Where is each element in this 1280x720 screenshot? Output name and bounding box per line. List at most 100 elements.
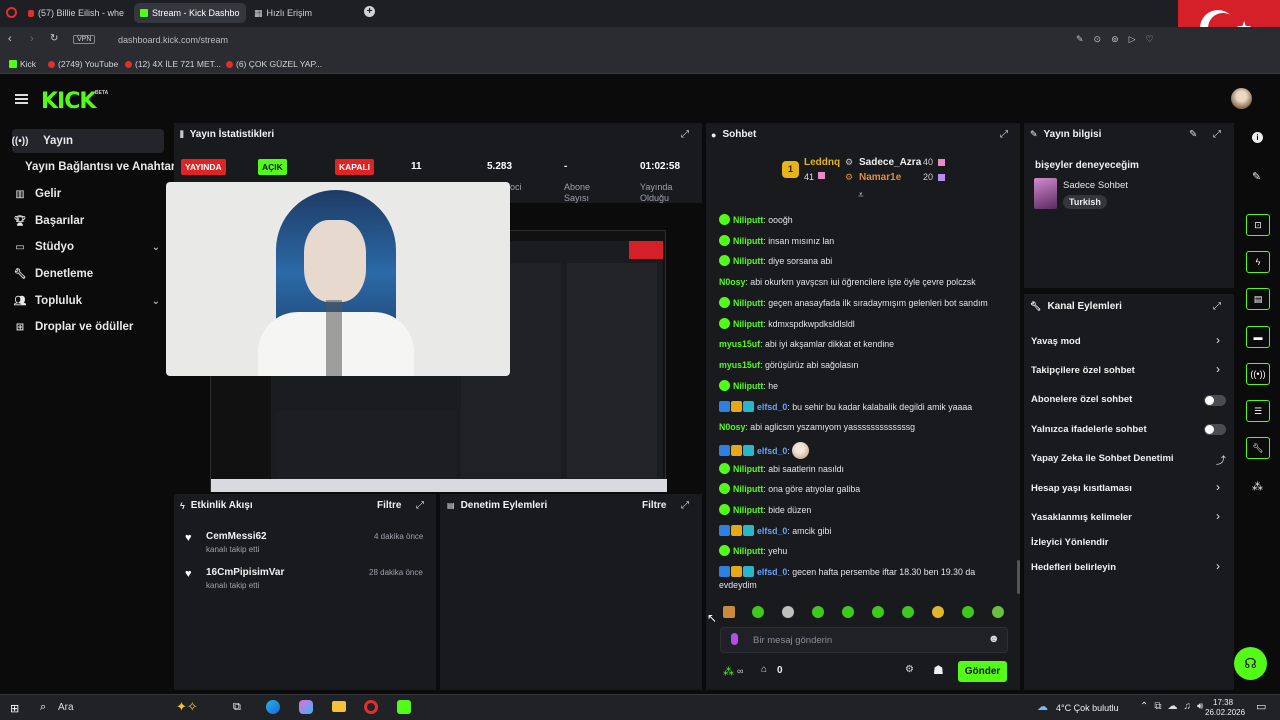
tab-kick-dashboard[interactable]: Stream - Kick Dashbo	[134, 3, 246, 23]
sidebar-item-stream[interactable]: ((•)) Yayın	[12, 129, 164, 153]
sidebar-item-moderation[interactable]: 🔧︎ Denetleme	[12, 262, 164, 286]
emote-2[interactable]	[752, 606, 764, 618]
chat-message[interactable]: myus15uf: abi iyi akşamlar dikkat et ken…	[719, 338, 1009, 351]
rail-button-broadcast[interactable]: ((•))	[1246, 363, 1270, 385]
account-age-item[interactable]: Hesap yaşı kısıtlaması	[1031, 483, 1132, 494]
kick-taskbar-icon[interactable]	[397, 700, 411, 714]
info-icon[interactable]: i	[1252, 132, 1263, 143]
emoji-icon[interactable]: ☻	[988, 633, 1000, 645]
chevron-right-icon[interactable]: ›	[1216, 509, 1220, 523]
sidebar-item-revenue[interactable]: ▥ Gelir	[12, 182, 164, 206]
chat-message[interactable]: elfsd_0:	[719, 442, 1009, 459]
rail-button-focus[interactable]: ⊡	[1246, 214, 1270, 236]
address-tools-icons[interactable]: ✎⊙⊚▷♡	[1076, 34, 1164, 45]
chevron-right-icon[interactable]: ›	[1216, 333, 1220, 347]
url-field[interactable]: dashboard.kick.com/stream	[118, 35, 228, 45]
chat-message[interactable]: Niliputt: yehu	[719, 545, 1009, 558]
bookmark-video-1[interactable]: (12) 4X İLE 721 MET...	[125, 59, 221, 69]
copilot-icon[interactable]	[299, 700, 313, 714]
tab-youtube[interactable]: (57) Billie Eilish - whe	[22, 3, 130, 23]
chat-input-box[interactable]: Bir mesaj gönderin ☻	[720, 627, 1008, 653]
expand-icon[interactable]: ⤢	[681, 500, 689, 511]
edit-icon[interactable]: ✎	[1189, 129, 1197, 140]
chevron-right-icon[interactable]: ›	[1216, 362, 1220, 376]
emote-6[interactable]	[872, 606, 884, 618]
category-name[interactable]: Sadece Sohbet	[1063, 180, 1128, 191]
chevron-right-icon[interactable]: ›	[1216, 559, 1220, 573]
bookmark-youtube[interactable]: (2749) YouTube	[48, 59, 118, 69]
sidebar-item-stream-key[interactable]: Yayın Bağlantısı ve Anahtarı	[12, 155, 179, 179]
banned-words-item[interactable]: Yasaklanmış kelimeler	[1031, 512, 1132, 523]
edge-icon[interactable]	[266, 700, 280, 714]
chat-message[interactable]: N0osy: abi okurkrn yavşcsn iui öğrencile…	[719, 276, 1009, 289]
chat-message[interactable]: Niliputt: oooğh	[719, 214, 1009, 227]
emote-4[interactable]	[812, 606, 824, 618]
chat-message[interactable]: elfsd_0: amcik gibi	[719, 525, 1009, 538]
reload-icon[interactable]: ↻	[50, 33, 58, 44]
chat-message[interactable]: Niliputt: diye sorsana abi	[719, 255, 1009, 268]
bookmark-video-2[interactable]: (6) ÇOK GÜZEL YAP...	[226, 59, 322, 69]
kick-logo[interactable]: KICK	[41, 89, 96, 114]
taskbar-search[interactable]: Ara	[58, 702, 74, 713]
leader-name[interactable]: Sadece_Azra	[859, 157, 921, 168]
pencil-icon[interactable]: ✎	[1252, 170, 1261, 183]
expand-icon[interactable]: ⤢	[1213, 129, 1221, 140]
avatar[interactable]	[1231, 88, 1252, 109]
opera-taskbar-icon[interactable]	[364, 700, 378, 714]
emote-10[interactable]	[992, 606, 1004, 618]
activity-filter-button[interactable]: Filtre	[377, 500, 401, 511]
sidebar-item-studio[interactable]: ▭ Stüdyo ⌄	[12, 235, 164, 259]
chat-message[interactable]: N0osy: abi aglicsm yszamıyom yasssssssss…	[719, 421, 1009, 434]
raid-item[interactable]: İzleyici Yönlendir	[1031, 537, 1108, 548]
expand-icon[interactable]: ⤢	[1000, 129, 1008, 140]
expand-icon[interactable]: ⤢	[681, 129, 689, 140]
share-icon[interactable]: ⁂	[1252, 480, 1263, 493]
back-icon[interactable]: ‹	[8, 33, 12, 45]
rail-button-chat[interactable]: ▬	[1246, 326, 1270, 348]
bot-icon[interactable]: ☗	[933, 663, 944, 677]
expand-icon[interactable]: ⤢	[1213, 301, 1221, 312]
external-link-icon[interactable]: ⤴	[1216, 452, 1226, 467]
sidebar-item-achievements[interactable]: 🏆︎ Başarılar	[12, 209, 164, 233]
tray-icons[interactable]: ⌃⧉☁♫🔊︎	[1140, 701, 1209, 712]
chat-message[interactable]: Niliputt: geçen anasayfada ilk sıradaymı…	[719, 297, 1009, 310]
tab-quick-access[interactable]: ▦ Hızlı Erişim	[248, 3, 358, 23]
chat-message[interactable]: Niliputt: bide düzen	[719, 504, 1009, 517]
rail-button-doc[interactable]: ▤	[1246, 288, 1270, 310]
store-icon[interactable]: ⌂	[761, 664, 767, 675]
emote-5[interactable]	[842, 606, 854, 618]
emote-1[interactable]	[723, 606, 735, 618]
goals-item[interactable]: Hedefleri belirleyin	[1031, 562, 1116, 573]
forward-icon[interactable]: ›	[30, 33, 34, 45]
gear-icon[interactable]: ⚙︎	[905, 664, 914, 675]
windows-start-icon[interactable]: ⊞	[10, 702, 19, 715]
file-explorer-icon[interactable]	[332, 701, 346, 712]
support-button[interactable]: ☊	[1234, 647, 1267, 680]
task-view-icon[interactable]: ⧉	[233, 701, 241, 714]
weather-text[interactable]: 4°C Çok bulutlu	[1056, 703, 1119, 713]
hamburger-icon[interactable]	[15, 94, 28, 104]
new-tab-button[interactable]: +	[364, 6, 375, 17]
chat-message[interactable]: Niliputt: ona göre atıyolar galiba	[719, 483, 1009, 496]
leader-name[interactable]: Leddnq	[804, 157, 840, 168]
vpn-badge[interactable]: VPN	[73, 35, 96, 44]
emotes-only-toggle[interactable]	[1204, 424, 1226, 435]
chat-message[interactable]: Niliputt: he	[719, 380, 1009, 393]
chat-scrollbar[interactable]	[1017, 560, 1020, 594]
chat-message[interactable]: Niliputt: kdmxspdkwpdksldlsldl	[719, 318, 1009, 331]
moderation-filter-button[interactable]: Filtre	[642, 500, 666, 511]
chat-message[interactable]: Niliputt: insan mısınız lan	[719, 235, 1009, 248]
chat-message[interactable]: elfsd_0: gecen hafta persembe iftar 18.3…	[719, 566, 1009, 592]
leader-name[interactable]: Namar1e	[859, 172, 901, 183]
followers-only-item[interactable]: Takipçilere özel sohbet	[1031, 365, 1135, 376]
rail-button-bolt[interactable]: ϟ	[1246, 251, 1270, 273]
rail-button-wrench[interactable]: 🔧︎	[1246, 437, 1270, 459]
chat-message[interactable]: Niliputt: abi saatlerin nasıldı	[719, 463, 1009, 476]
bookmark-kick[interactable]: Kick	[9, 59, 36, 69]
slow-mode-item[interactable]: Yavaş mod	[1031, 336, 1081, 347]
send-button[interactable]: Gönder	[958, 661, 1007, 682]
emote-9[interactable]	[962, 606, 974, 618]
notification-icon[interactable]: ▭	[1256, 700, 1266, 713]
emote-3[interactable]	[782, 606, 794, 618]
rail-button-layers[interactable]: ☰	[1246, 400, 1270, 422]
